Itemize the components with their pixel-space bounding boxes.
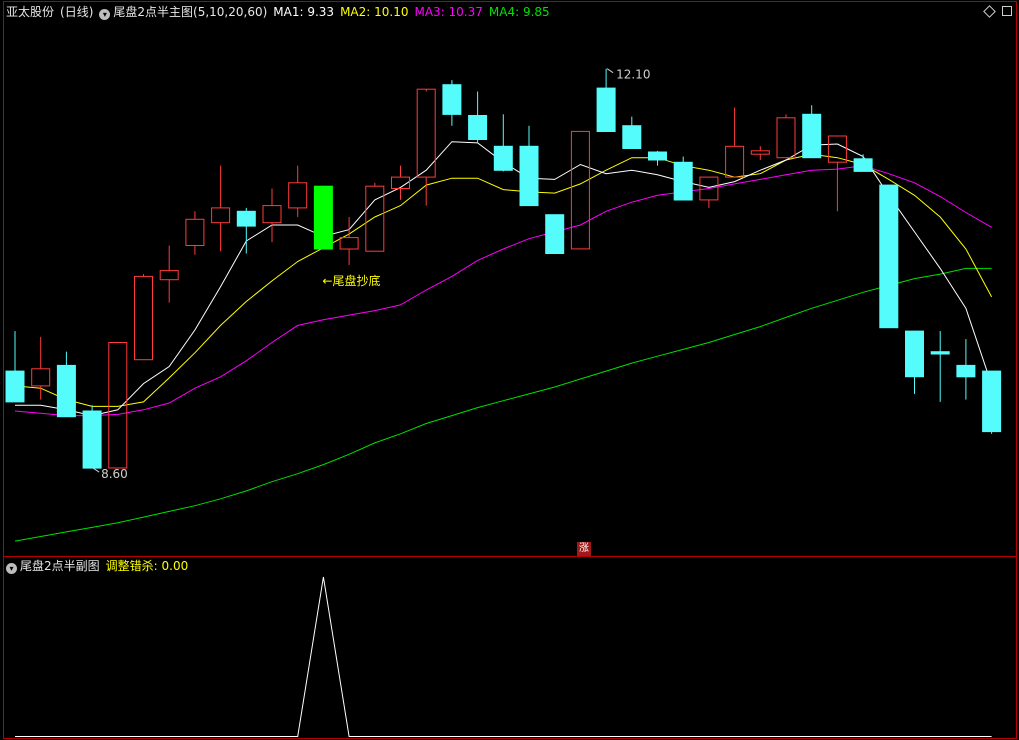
stock-name[interactable]: 亚太股份 bbox=[6, 5, 54, 19]
candle[interactable] bbox=[725, 107, 745, 178]
candle-body bbox=[339, 237, 359, 250]
candle-body bbox=[82, 410, 102, 469]
candle-body bbox=[930, 351, 950, 355]
candle[interactable] bbox=[930, 331, 950, 402]
ma2-value: MA2: 10.10 bbox=[340, 5, 409, 19]
candle-body bbox=[596, 87, 616, 132]
candle-body bbox=[982, 370, 1002, 433]
low-marker bbox=[92, 467, 100, 473]
candle[interactable] bbox=[802, 105, 822, 159]
indicator-params: (5,10,20,60) bbox=[193, 5, 268, 19]
candle[interactable] bbox=[776, 114, 796, 159]
ma3-value: MA3: 10.37 bbox=[414, 5, 483, 19]
candle[interactable] bbox=[982, 370, 1002, 434]
candle-body bbox=[56, 364, 76, 418]
candle[interactable] bbox=[236, 207, 256, 254]
candle-body bbox=[5, 370, 25, 403]
candle[interactable] bbox=[31, 336, 51, 400]
candle[interactable] bbox=[622, 116, 642, 149]
candle-body bbox=[545, 214, 565, 254]
candle-body bbox=[313, 185, 333, 250]
candle-body bbox=[134, 275, 153, 361]
sub-indicator-name[interactable]: 尾盘2点半副图 bbox=[20, 559, 100, 573]
candle-body bbox=[570, 130, 590, 250]
candle[interactable] bbox=[82, 405, 102, 469]
candle[interactable] bbox=[442, 80, 462, 126]
candle-body bbox=[905, 330, 924, 378]
candle[interactable] bbox=[519, 125, 539, 207]
candle-body bbox=[827, 135, 847, 163]
candle-body bbox=[262, 205, 282, 224]
candle-body bbox=[159, 270, 179, 281]
ma1-value: MA1: 9.33 bbox=[273, 5, 335, 19]
ma4-value: MA4: 9.85 bbox=[488, 5, 550, 19]
sub-indicator-line bbox=[15, 576, 992, 737]
candle-body bbox=[776, 117, 796, 159]
candle[interactable] bbox=[5, 331, 25, 403]
candle[interactable] bbox=[339, 217, 359, 265]
sub-indicator-value: 调整错杀: 0.00 bbox=[105, 559, 189, 573]
chart-frame: 12.10 8.60 ←尾盘抄底 bbox=[3, 1, 1017, 739]
candle[interactable] bbox=[905, 330, 924, 394]
candle-body bbox=[622, 125, 642, 149]
high-marker bbox=[606, 68, 614, 74]
candle[interactable] bbox=[750, 146, 770, 160]
candle-body bbox=[802, 113, 822, 159]
candle-body bbox=[956, 364, 976, 378]
sub-chart-header: ▾ 尾盘2点半副图 调整错杀: 0.00 bbox=[6, 557, 194, 575]
ma1-line bbox=[15, 141, 993, 417]
ma3-line bbox=[14, 165, 992, 417]
candle-body bbox=[185, 218, 205, 247]
candle-body bbox=[648, 151, 667, 161]
candle-body bbox=[750, 150, 770, 155]
candle[interactable] bbox=[416, 88, 436, 206]
candle-body bbox=[468, 115, 488, 140]
candle-body bbox=[493, 145, 513, 171]
high-label: 12.10 bbox=[616, 68, 650, 82]
candle[interactable] bbox=[262, 188, 282, 243]
candle-body bbox=[211, 207, 231, 224]
zhang-badge: 涨 bbox=[577, 542, 591, 556]
candle-body bbox=[31, 368, 51, 387]
indicator-name[interactable]: 尾盘2点半主图 bbox=[113, 5, 193, 19]
candle-body bbox=[519, 145, 539, 207]
candle[interactable] bbox=[288, 165, 308, 218]
sub-chart-plot[interactable] bbox=[15, 576, 992, 737]
candle-body bbox=[442, 84, 462, 115]
candle[interactable] bbox=[673, 156, 693, 201]
candle[interactable] bbox=[134, 274, 153, 361]
candle-body bbox=[853, 158, 873, 172]
low-label: 8.60 bbox=[101, 467, 128, 481]
dropdown-circle-icon[interactable]: ▾ bbox=[99, 9, 111, 20]
candle[interactable] bbox=[596, 68, 616, 132]
candle[interactable] bbox=[648, 150, 667, 166]
candle[interactable] bbox=[56, 351, 76, 418]
dropdown-circle-icon[interactable]: ▾ bbox=[6, 563, 17, 574]
main-chart-plot[interactable]: 12.10 8.60 ←尾盘抄底 bbox=[5, 68, 1002, 542]
period-label[interactable]: (日线) bbox=[60, 5, 93, 19]
candle-body bbox=[879, 184, 899, 329]
signal-label: ←尾盘抄底 bbox=[322, 273, 380, 288]
candle[interactable] bbox=[853, 154, 873, 172]
candle-body bbox=[288, 182, 308, 209]
candle[interactable] bbox=[211, 165, 231, 252]
candle[interactable] bbox=[699, 176, 719, 208]
candle-body bbox=[365, 185, 385, 252]
candle[interactable] bbox=[468, 91, 488, 143]
ma2-line bbox=[14, 153, 993, 407]
main-chart-header: 亚太股份 (日线) ▾ 尾盘2点半主图(5,10,20,60) MA1: 9.33 MA2… bbox=[6, 3, 556, 21]
candle[interactable] bbox=[185, 211, 205, 255]
square-icon[interactable] bbox=[1002, 6, 1012, 16]
candle[interactable] bbox=[545, 214, 565, 254]
candle[interactable] bbox=[159, 245, 179, 303]
candle[interactable] bbox=[313, 185, 333, 250]
candle-body bbox=[725, 145, 745, 178]
candle-body bbox=[236, 210, 256, 227]
candle[interactable] bbox=[570, 130, 590, 250]
candle-body bbox=[673, 161, 693, 201]
candle[interactable] bbox=[879, 184, 899, 329]
candle[interactable] bbox=[956, 339, 976, 400]
candle[interactable] bbox=[493, 114, 513, 172]
